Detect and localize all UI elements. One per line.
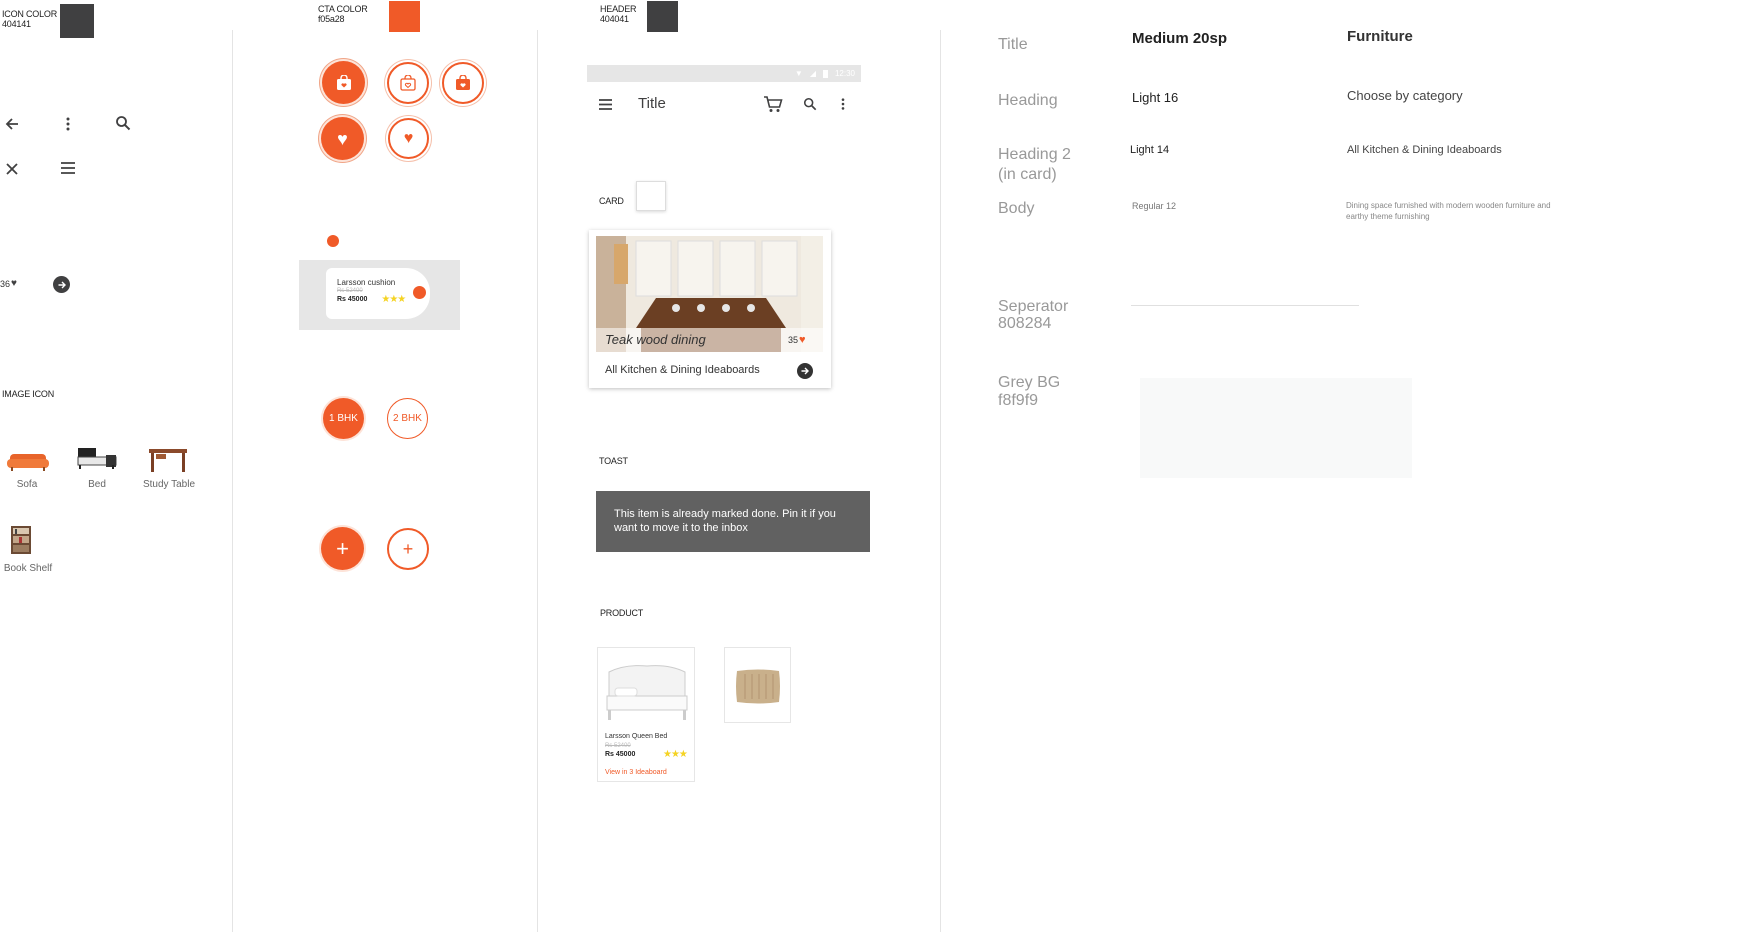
card-likes-count: 35	[788, 335, 799, 345]
category-label: Sofa	[16, 479, 38, 490]
likes-count: 36	[0, 278, 11, 289]
category-label: Study Table	[142, 479, 196, 490]
like-button-filled[interactable]: ♥	[321, 117, 364, 160]
arrow-forward-circle-icon[interactable]	[797, 363, 813, 379]
ideaboard-card[interactable]: Teak wood dining 35 ♥ All Kitchen & Dini…	[589, 230, 831, 388]
heart-icon: ♥	[11, 278, 17, 289]
cta-dot	[327, 235, 339, 247]
typography-label: Heading	[998, 92, 1058, 109]
product-old-price: Rs 52400	[605, 743, 631, 749]
add-fab-filled[interactable]: +	[321, 527, 364, 570]
header-color-swatch	[647, 1, 678, 32]
typography-label: Body	[998, 200, 1035, 217]
typography-label: Heading 2 (in card)	[998, 146, 1071, 183]
likes-counter: 36 ♥	[0, 278, 17, 289]
mini-product-price: Rs 45000	[337, 296, 368, 303]
heart-icon: ♥	[337, 128, 348, 149]
bhk-button-2[interactable]: 2 BHK	[387, 398, 428, 439]
card-color-swatch	[636, 181, 666, 211]
add-to-bag-button-outline-filled-icon[interactable]	[442, 62, 484, 104]
grey-bg-label: Grey BG f8f9f9	[998, 374, 1061, 409]
shopping-bag-icon	[336, 74, 351, 90]
app-bar-title: Title	[638, 95, 666, 112]
like-button-outline[interactable]: ♥	[388, 118, 429, 159]
category-label: Bed	[88, 479, 106, 490]
more-vert-icon[interactable]	[834, 95, 852, 113]
more-vert-icon[interactable]	[58, 114, 78, 134]
card-footer-text: All Kitchen & Dining Ideaboards	[605, 364, 760, 376]
column-divider	[537, 30, 538, 932]
signal-icon: ◢	[809, 69, 816, 78]
typography-spec: Light 16	[1132, 90, 1179, 105]
cta-color-swatch	[389, 1, 420, 32]
close-icon[interactable]	[2, 159, 22, 179]
column-divider	[940, 30, 941, 932]
search-icon[interactable]	[113, 113, 133, 133]
typography-spec: Medium 20sp	[1132, 30, 1228, 47]
battery-icon	[822, 69, 828, 78]
column-divider	[232, 30, 233, 932]
typography-example: Choose by category	[1347, 88, 1463, 103]
heart-icon: ♥	[403, 129, 414, 147]
toast-label: TOAST	[599, 456, 628, 466]
search-icon[interactable]	[801, 95, 819, 113]
menu-icon[interactable]	[58, 158, 78, 178]
icon-color-swatch	[60, 4, 94, 38]
add-to-bag-button-filled[interactable]	[322, 61, 365, 104]
category-label: Book Shelf	[3, 563, 53, 574]
shopping-bag-icon	[400, 75, 416, 91]
arrow-forward-circle-icon[interactable]	[53, 276, 70, 293]
cta-color-label: CTA COLOR f05a28	[318, 4, 368, 24]
shopping-bag-icon	[456, 75, 470, 90]
header-color-label: HEADER 404041	[600, 4, 637, 24]
menu-icon[interactable]	[597, 96, 613, 112]
product-price: Rs 45000	[605, 751, 636, 758]
rating-stars: ★★★	[663, 749, 688, 760]
image-icon-label: IMAGE ICON	[2, 389, 55, 399]
typography-spec: Light 14	[1130, 144, 1170, 156]
product-image	[605, 662, 689, 722]
typography-label: Title	[998, 36, 1028, 53]
grey-bg-sample	[1140, 378, 1412, 478]
rating-stars: ★★★	[381, 294, 406, 305]
icon-color-label: ICON COLOR 404141	[2, 9, 58, 29]
status-time: 12:30	[834, 69, 855, 78]
add-fab-outline[interactable]: +	[387, 528, 429, 570]
status-bar: ▼ ◢ 12:30	[587, 65, 861, 82]
bhk-button-1[interactable]: 1 BHK	[323, 398, 364, 439]
product-label: PRODUCT	[600, 608, 644, 618]
card-image-title: Teak wood dining	[605, 332, 706, 347]
toast-message: This item is already marked done. Pin it…	[596, 491, 870, 552]
product-thumbnail[interactable]	[724, 647, 791, 723]
wifi-icon: ▼	[794, 69, 803, 78]
typography-spec: Regular 12	[1132, 201, 1177, 211]
cushion-image	[735, 668, 781, 705]
app-bar: Title	[587, 82, 861, 126]
product-name: Larsson Queen Bed	[605, 733, 668, 740]
typography-example: All Kitchen & Dining Ideaboards	[1347, 144, 1502, 156]
arrow-back-icon[interactable]	[2, 114, 22, 134]
view-in-ideaboard-link[interactable]: View in 3 Ideaboard	[605, 769, 667, 776]
heart-icon: ♥	[799, 334, 806, 346]
typography-example: Dining space furnished with modern woode…	[1346, 201, 1551, 221]
separator-sample	[1131, 305, 1359, 306]
study-table-icon[interactable]	[148, 447, 188, 473]
cart-icon[interactable]	[762, 94, 784, 114]
card-likes[interactable]: 35 ♥	[788, 334, 806, 346]
card-label: CARD	[599, 196, 624, 206]
product-card[interactable]: Larsson Queen Bed Rs 52400 Rs 45000 ★★★ …	[597, 647, 695, 782]
typography-example: Furniture	[1347, 28, 1413, 45]
add-to-bag-button-outline[interactable]	[387, 62, 429, 104]
separator-label: Seperator 808284	[998, 298, 1069, 332]
sofa-icon[interactable]	[6, 449, 50, 473]
cta-dot	[413, 286, 426, 299]
book-shelf-icon[interactable]	[10, 525, 32, 555]
bed-icon[interactable]	[76, 447, 118, 471]
